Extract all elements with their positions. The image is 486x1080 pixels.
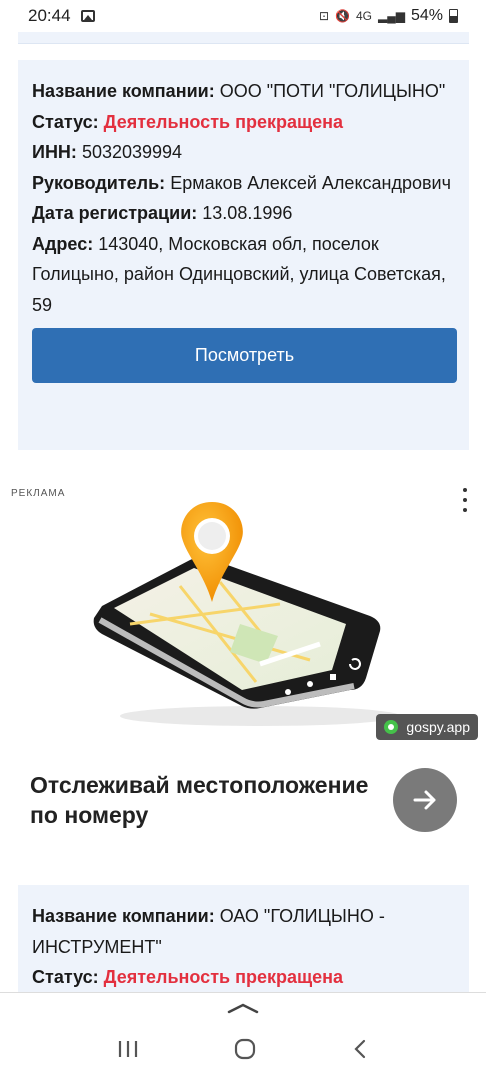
home-icon[interactable] [233,1037,257,1061]
arrow-right-icon [413,790,436,810]
status-row: Статус: Деятельность прекращена [32,962,455,992]
company-card: Название компании: ООО "ПОТИ "ГОЛИЦЫНО" … [18,60,469,450]
address-row: Адрес: 143040, Московская обл, поселок Г… [32,229,455,321]
status-bar: 20:44 ⊡ 🔇 4G ▂▄▆ 54% [0,0,486,32]
phone-location-illustration [93,502,400,726]
ad-label: РЕКЛАМА [11,488,66,499]
company-name-label: Название компании: [32,81,215,101]
view-button[interactable]: Посмотреть [32,328,457,383]
ad-headline[interactable]: Отслеживай местоположение по номеру [30,770,390,830]
company-card: Название компании: ОАО "ГОЛИЦЫНО - ИНСТР… [18,885,469,992]
ad-open-button[interactable] [393,768,457,832]
clock: 20:44 [28,6,71,25]
inn-value: 5032039994 [81,142,183,162]
registration-label: Дата регистрации: [32,203,198,223]
battery-percent: 54% [410,7,443,24]
chevron-up-icon[interactable] [226,1001,260,1015]
ad-domain-badge[interactable]: gospy.app [376,714,478,740]
company-name-value: ООО "ПОТИ "ГОЛИЦЫНО" [219,81,446,101]
address-value: 143040, Московская обл, поселок Голицыно… [32,233,446,315]
company-name-label: Название компании: [32,906,215,926]
page-content[interactable]: Название компании: ООО "ПОТИ "ГОЛИЦЫНО" … [0,32,486,992]
address-label: Адрес: [32,233,94,254]
status-label: Статус: [32,967,99,987]
signal-icon: ▂▄▆ [378,9,405,23]
status-row: Статус: Деятельность прекращена [32,107,455,138]
inn-label: ИНН: [32,142,77,162]
status-value: Деятельность прекращена [103,967,344,987]
status-label: Статус: [32,111,99,132]
gallery-notification-icon [80,10,95,22]
mute-icon: 🔇 [335,9,350,23]
registration-value: 13.08.1996 [202,203,293,223]
recent-apps-icon[interactable] [117,1039,139,1059]
head-row: Руководитель: Ермаков Алексей Александро… [32,168,455,199]
ad-domain-text: gospy.app [406,719,470,735]
battery-icon [449,9,458,23]
head-value: Ермаков Алексей Александрович [170,172,451,193]
network-type: 4G [355,9,372,23]
previous-card-fragment [18,32,469,44]
lock-icon: ⊡ [318,9,330,23]
ad-block[interactable]: РЕКЛАМА gospy.app Отслеживай местоположе… [0,480,486,872]
registration-row: Дата регистрации: 13.08.1996 [32,198,455,229]
system-navigation-bar [0,992,486,1080]
location-pin-icon [384,720,399,734]
company-name-row: Название компании: ОАО "ГОЛИЦЫНО - ИНСТР… [32,901,455,962]
status-value: Деятельность прекращена [103,111,344,132]
more-options-icon[interactable] [460,488,470,512]
head-label: Руководитель: [32,172,166,193]
back-icon[interactable] [351,1038,369,1060]
inn-row: ИНН: 5032039994 [32,137,455,168]
company-name-row: Название компании: ООО "ПОТИ "ГОЛИЦЫНО" [32,76,455,107]
